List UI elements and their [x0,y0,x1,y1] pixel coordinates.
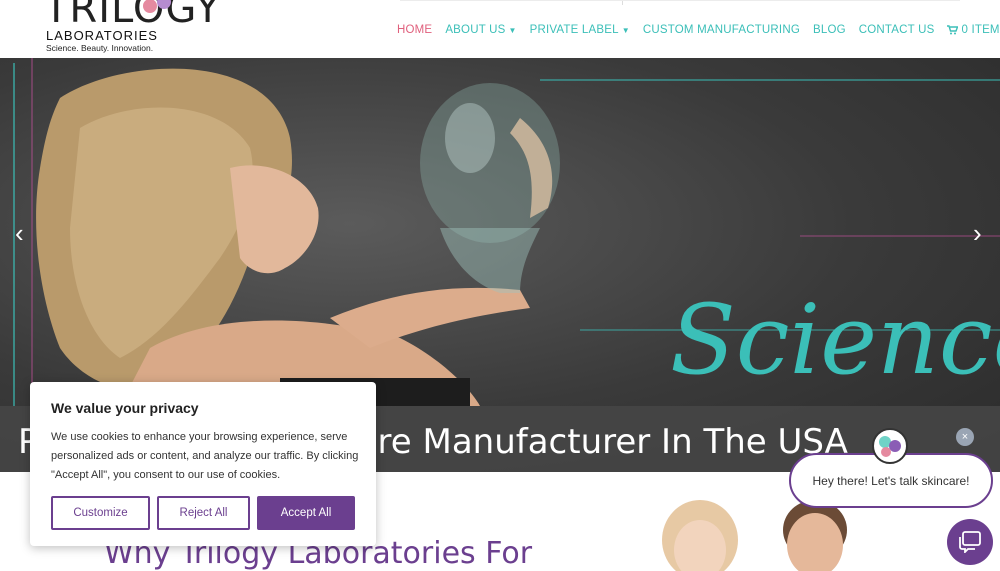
nav-contact-us[interactable]: CONTACT US [859,24,935,36]
logo-tagline: Science. Beauty. Innovation. [46,43,154,53]
site-header: TRILOGY LABORATORIES Science. Beauty. In… [0,0,1000,58]
reject-all-button[interactable]: Reject All [157,496,250,530]
chat-launcher-button[interactable] [947,519,993,565]
slider-next-arrow[interactable]: › [973,218,982,249]
cookie-consent-banner: We value your privacy We use cookies to … [30,382,376,546]
nav-contact-label: CONTACT US [858,24,935,36]
cart-count: 0 ITEMS [961,24,1000,36]
logo-dots-icon [143,0,171,13]
nav-blog-label: BLOG [812,24,846,36]
brand-logo[interactable]: TRILOGY LABORATORIES Science. Beauty. In… [44,0,234,56]
accept-all-button[interactable]: Accept All [257,496,355,530]
chat-avatar-icon [872,428,908,464]
nav-home-label: HOME [397,24,433,36]
nav-about-label: ABOUT US [445,24,506,36]
nav-about-us[interactable]: ABOUT US ▼ [445,24,516,36]
main-nav: HOME ABOUT US ▼ PRIVATE LABEL ▼ CUSTOM MAN… [397,24,1000,36]
chat-greeting-text: Hey there! Let's talk skincare! [812,473,970,488]
nav-blog[interactable]: BLOG [813,24,846,36]
cookie-description: We use cookies to enhance your browsing … [51,431,359,481]
cookie-title: We value your privacy [51,400,199,416]
chat-avatar-dots-icon [879,436,901,457]
chevron-down-icon: ▼ [621,25,630,35]
hero-script-word: Science [670,284,1000,396]
nav-home[interactable]: HOME [397,24,432,36]
chat-icon [959,531,981,553]
chevron-down-icon: ▼ [508,25,517,35]
customize-button[interactable]: Customize [51,496,150,530]
slider-prev-arrow[interactable]: ‹ [15,218,24,249]
nav-private-label-label: PRIVATE LABEL [529,24,619,36]
nav-cart[interactable]: 0 ITEMS [947,24,1000,36]
nav-custom-label: CUSTOM MANUFACTURING [642,24,800,36]
logo-subtitle: LABORATORIES [46,28,158,43]
cart-icon [947,25,959,35]
chat-close-icon[interactable]: × [956,428,974,446]
nav-private-label[interactable]: PRIVATE LABEL ▼ [530,24,630,36]
header-divider [400,0,960,5]
nav-custom-manufacturing[interactable]: CUSTOM MANUFACTURING [643,24,800,36]
